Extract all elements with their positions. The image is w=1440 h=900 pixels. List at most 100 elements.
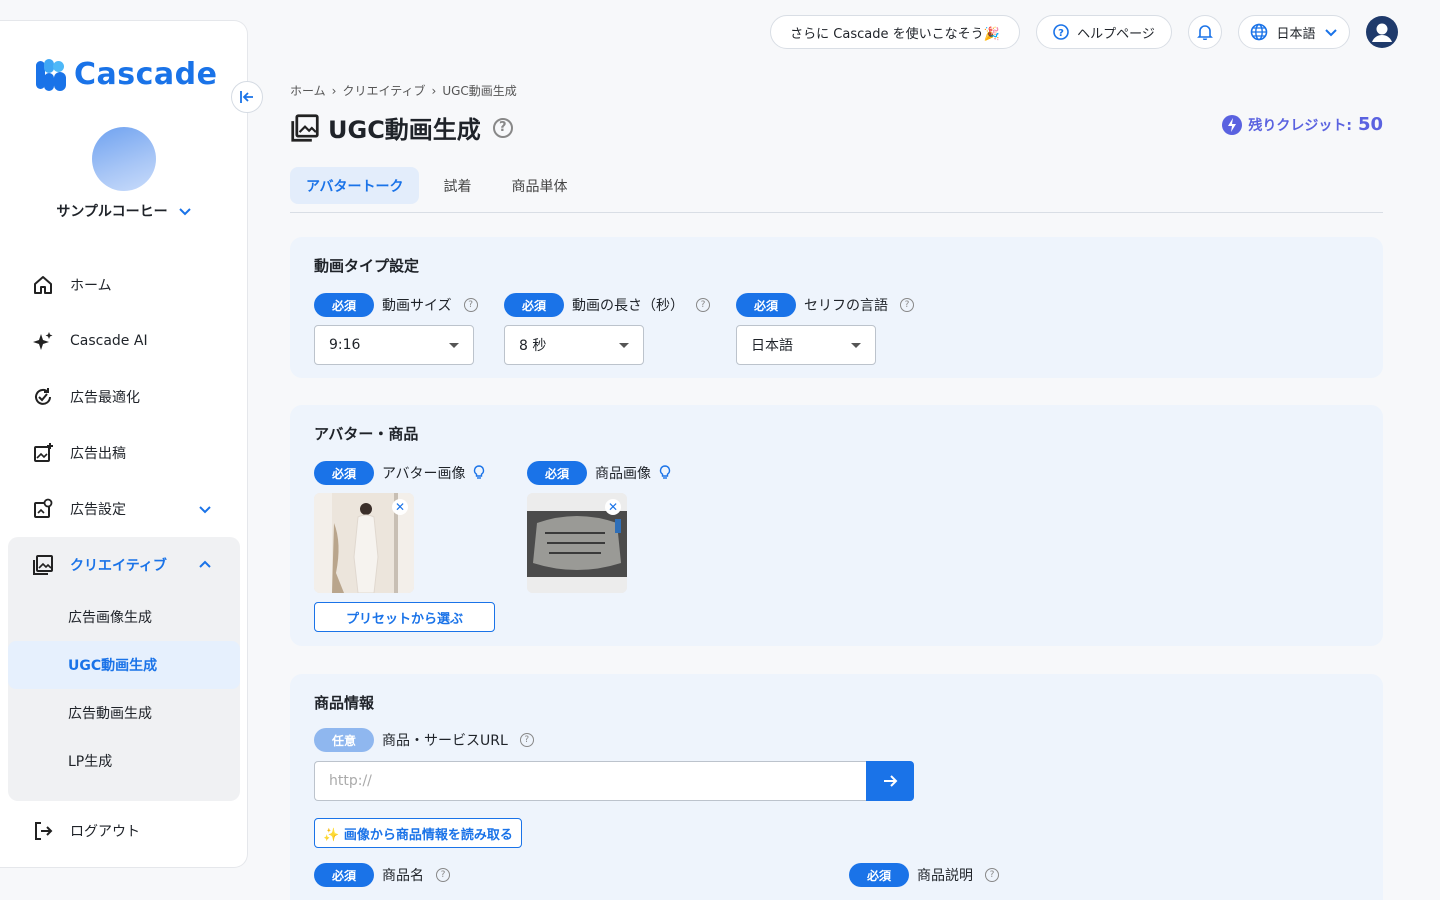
sidebar-item-home[interactable]: ホーム <box>8 257 240 313</box>
help-icon[interactable]: ? <box>463 298 478 312</box>
speech-language-label: 必須 セリフの言語 ? <box>736 293 915 317</box>
sidebar: Cascade サンプルコーヒー ホーム Cascade AI 広告最適化 広告… <box>0 20 248 868</box>
required-badge: 必須 <box>527 461 588 485</box>
tabs: アバタートーク 試着 商品単体 <box>290 167 583 204</box>
tab-try-on[interactable]: 試着 <box>427 167 487 204</box>
home-icon <box>32 274 54 296</box>
video-size-label-text: 動画サイズ <box>382 298 452 314</box>
credits-value: 50 <box>1357 114 1383 135</box>
remaining-credits: 残りクレジット: 50 <box>1222 114 1383 135</box>
page-title-text: UGC動画生成 <box>328 116 481 144</box>
optional-badge: 任意 <box>314 728 375 752</box>
settings-icon <box>32 498 54 520</box>
company-name: サンプルコーヒー <box>56 204 168 220</box>
arrow-right-icon <box>884 775 898 787</box>
video-size-select[interactable]: 9:16 <box>314 325 474 365</box>
sidebar-item-ad-publish[interactable]: 広告出稿 <box>8 425 240 481</box>
product-name-label-text: 商品名 <box>382 868 425 884</box>
logout-wrap: ログアウト <box>8 803 240 859</box>
logout-label: ログアウト <box>70 824 140 840</box>
help-icon[interactable]: ? <box>696 298 711 312</box>
sidebar-item-label: Cascade AI <box>70 333 148 349</box>
product-image-label: 必須 商品画像 <box>527 461 671 485</box>
help-icon[interactable]: ? <box>519 733 534 747</box>
product-description-label-text: 商品説明 <box>917 868 974 884</box>
video-type-card: 動画タイプ設定 必須 動画サイズ ? 9:16 必須 動画の長さ（秒） ? 8 … <box>290 237 1383 378</box>
sidebar-item-label: クリエイティブ <box>70 558 167 574</box>
caret-down-icon <box>449 343 459 348</box>
sparkle-icon <box>32 330 54 352</box>
logout-icon <box>32 820 54 842</box>
chevron-down-icon <box>178 208 191 216</box>
sidebar-item-ad-optimize[interactable]: 広告最適化 <box>8 369 240 425</box>
sidebar-sub-ad-video[interactable]: 広告動画生成 <box>8 689 240 737</box>
help-label: ヘルプページ <box>1077 26 1155 42</box>
lightbulb-icon[interactable] <box>659 465 671 481</box>
product-url-input[interactable] <box>314 761 868 801</box>
language-selector[interactable]: 日本語 <box>1238 15 1350 49</box>
avatar-product-card: アバター・商品 必須 アバター画像 ✕ プリセットから選ぶ 必須 商品画像 ✕ <box>290 405 1383 646</box>
product-description-label: 必須 商品説明 ? <box>849 863 1000 887</box>
video-type-title: 動画タイプ設定 <box>314 257 420 275</box>
collapse-sidebar-button[interactable] <box>231 81 263 113</box>
tab-avatar-talk[interactable]: アバタートーク <box>290 167 420 204</box>
breadcrumb-creative[interactable]: クリエイティブ <box>342 82 425 99</box>
svg-text:?: ? <box>1058 28 1064 39</box>
promo-label: さらに Cascade を使いこなそう🎉 <box>790 26 1000 42</box>
avatar-image-label: 必須 アバター画像 <box>314 461 485 485</box>
cascade-logo[interactable]: Cascade <box>36 57 217 92</box>
tab-product-only[interactable]: 商品単体 <box>495 167 583 204</box>
video-length-label: 必須 動画の長さ（秒） ? <box>504 293 711 317</box>
gallery-icon <box>32 554 54 576</box>
help-icon[interactable]: ? <box>492 117 513 138</box>
sidebar-item-label: ホーム <box>70 278 112 294</box>
video-size-label: 必須 動画サイズ ? <box>314 293 478 317</box>
help-icon[interactable]: ? <box>985 868 1000 882</box>
lightbulb-icon[interactable] <box>473 465 485 481</box>
logout-button[interactable]: ログアウト <box>8 803 240 859</box>
remove-avatar-image-icon[interactable]: ✕ <box>392 499 408 515</box>
user-icon <box>1367 17 1397 47</box>
avatar-image-thumbnail[interactable]: ✕ <box>314 493 414 593</box>
chevron-down-icon <box>1324 29 1337 37</box>
sidebar-item-label: 広告最適化 <box>70 390 140 406</box>
notification-button[interactable] <box>1188 15 1222 49</box>
caret-down-icon <box>619 343 629 348</box>
page-title: UGC動画生成 ? <box>290 110 513 145</box>
read-from-image-button[interactable]: ✨ 画像から商品情報を読み取る <box>314 818 522 848</box>
help-icon[interactable]: ? <box>900 298 915 312</box>
video-length-select[interactable]: 8 秒 <box>504 325 644 365</box>
required-badge: 必須 <box>314 293 375 317</box>
breadcrumb-home[interactable]: ホーム <box>290 82 326 99</box>
help-icon[interactable]: ? <box>436 868 451 882</box>
required-badge: 必須 <box>736 293 797 317</box>
breadcrumb: ホーム › クリエイティブ › UGC動画生成 <box>290 82 517 99</box>
avatar-image-label-text: アバター画像 <box>382 466 466 482</box>
sidebar-sub-ad-image[interactable]: 広告画像生成 <box>8 593 240 641</box>
gallery-icon <box>291 113 319 142</box>
company-selector[interactable]: サンプルコーヒー <box>0 201 248 221</box>
product-image-label-text: 商品画像 <box>595 466 652 482</box>
remove-product-image-icon[interactable]: ✕ <box>605 499 621 515</box>
sidebar-sub-lp[interactable]: LP生成 <box>8 737 240 785</box>
sidebar-sub-ugc-video[interactable]: UGC動画生成 <box>8 641 240 689</box>
tabs-divider <box>290 212 1383 213</box>
choose-preset-button[interactable]: プリセットから選ぶ <box>314 602 495 632</box>
breadcrumb-separator-icon: › <box>431 83 437 98</box>
sidebar-item-cascade-ai[interactable]: Cascade AI <box>8 313 240 369</box>
globe-icon <box>1251 23 1268 41</box>
product-image-thumbnail[interactable]: ✕ <box>527 493 627 593</box>
product-info-title: 商品情報 <box>314 694 375 712</box>
promo-button[interactable]: さらに Cascade を使いこなそう🎉 <box>770 15 1020 49</box>
required-badge: 必須 <box>314 461 375 485</box>
video-size-value: 9:16 <box>329 337 361 353</box>
user-avatar-button[interactable] <box>1366 16 1398 48</box>
sidebar-item-ad-settings[interactable]: 広告設定 <box>8 481 240 537</box>
product-name-label: 必須 商品名 ? <box>314 863 451 887</box>
speech-language-select[interactable]: 日本語 <box>736 325 876 365</box>
url-submit-button[interactable] <box>866 761 914 801</box>
help-page-button[interactable]: ? ヘルプページ <box>1036 15 1172 49</box>
chevron-down-icon <box>199 506 211 514</box>
sidebar-item-creative[interactable]: クリエイティブ <box>8 537 240 593</box>
avatar-product-title: アバター・商品 <box>314 425 419 443</box>
